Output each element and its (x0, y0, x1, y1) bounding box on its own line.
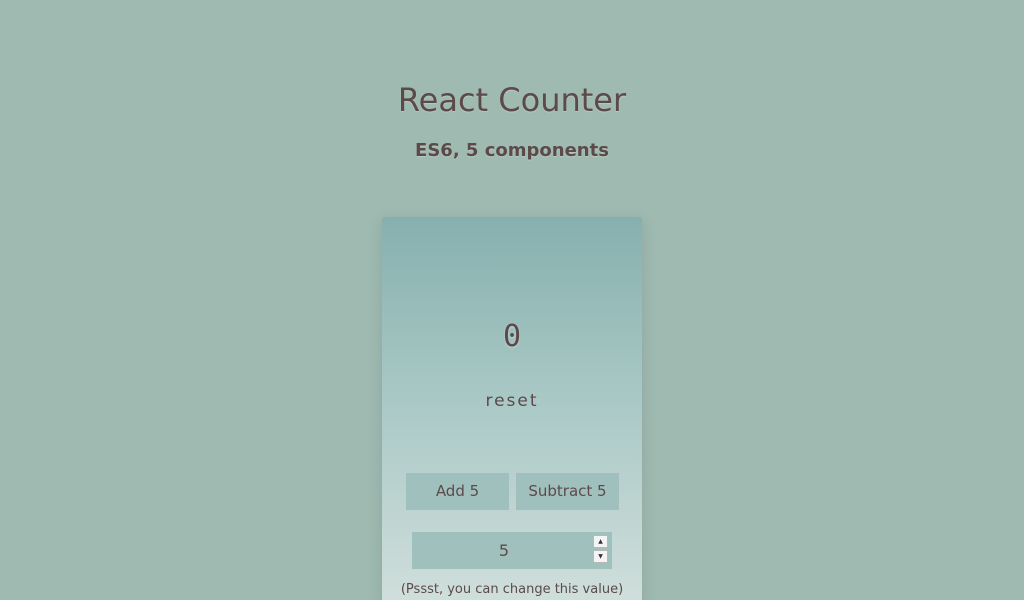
page: React Counter ES6, 5 components 0 reset … (0, 0, 1024, 600)
hint-text: (Pssst, you can change this value) (400, 582, 624, 597)
add-button[interactable]: Add 5 (406, 473, 509, 510)
spin-down-icon[interactable]: ▼ (593, 550, 608, 563)
page-subtitle: ES6, 5 components (415, 140, 609, 161)
spin-up-icon[interactable]: ▲ (593, 535, 608, 548)
step-input-value[interactable]: 5 (412, 532, 596, 569)
reset-button[interactable]: reset (472, 389, 552, 413)
counter-card: 0 reset Add 5 Subtract 5 5 ▲ ▼ (Pssst, y… (382, 217, 642, 600)
step-input[interactable]: 5 ▲ ▼ (412, 532, 612, 569)
counter-value: 0 (502, 319, 522, 354)
page-title: React Counter (397, 81, 627, 119)
subtract-button[interactable]: Subtract 5 (516, 473, 619, 510)
